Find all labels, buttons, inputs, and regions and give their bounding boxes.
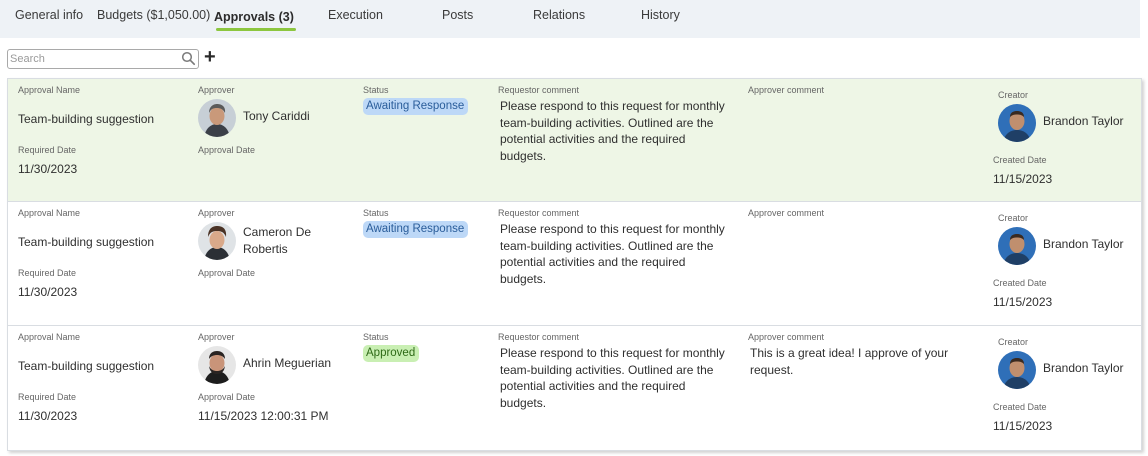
approval-date-label: Approval Date <box>198 392 256 402</box>
approver-avatar <box>198 99 236 137</box>
tab-history[interactable]: History <box>641 8 680 22</box>
creator-name: Brandon Taylor <box>1043 114 1124 128</box>
approver-comment: This is a great idea! I approve of your … <box>750 346 949 377</box>
requestor-comment-label: Requestor comment <box>498 85 580 95</box>
tab-budgets[interactable]: Budgets ($1,050.00) <box>97 8 210 22</box>
tab-posts[interactable]: Posts <box>442 8 473 22</box>
status-badge: Awaiting Response <box>363 221 469 238</box>
requestor-comment-label: Requestor comment <box>498 208 580 218</box>
status-label: Status <box>363 208 389 218</box>
tab-general-info[interactable]: General info <box>15 8 83 22</box>
approver-name: Tony Cariddi <box>243 109 310 123</box>
approver-comment-label: Approver comment <box>748 85 825 95</box>
approval-name: Team-building suggestion <box>18 235 155 249</box>
approval-row[interactable]: Approval Name Team-building suggestion R… <box>8 78 1141 202</box>
approver-avatar <box>198 346 236 384</box>
required-date: 11/30/2023 <box>18 162 78 176</box>
tab-bar: General info Budgets ($1,050.00) Approva… <box>0 0 1140 38</box>
approval-date: 11/15/2023 12:00:31 PM <box>198 409 329 423</box>
search-input[interactable] <box>10 50 180 68</box>
status-badge: Approved <box>363 345 420 362</box>
requestor-comment-label: Requestor comment <box>498 332 580 342</box>
requestor-comment: Please respond to this request for month… <box>500 346 725 410</box>
approval-row[interactable]: Approval Name Team-building suggestion R… <box>8 201 1141 325</box>
add-approval-button[interactable]: + <box>204 47 220 67</box>
tab-approvals[interactable]: Approvals (3) <box>214 10 294 24</box>
search-icon[interactable] <box>181 51 196 66</box>
approval-name: Team-building suggestion <box>18 359 155 373</box>
requestor-comment: Please respond to this request for month… <box>500 222 725 286</box>
approval-row[interactable]: Approval Name Team-building suggestion R… <box>8 325 1141 449</box>
created-date: 11/15/2023 <box>993 295 1053 309</box>
required-date-label: Required Date <box>18 268 77 278</box>
approval-name: Team-building suggestion <box>18 112 155 126</box>
search-box <box>7 49 199 69</box>
requestor-comment: Please respond to this request for month… <box>500 99 725 163</box>
approval-name-label: Approval Name <box>18 85 81 95</box>
required-date: 11/30/2023 <box>18 409 78 423</box>
created-date: 11/15/2023 <box>993 172 1053 186</box>
creator-label: Creator <box>998 90 1029 100</box>
created-date-label: Created Date <box>993 155 1047 165</box>
approvals-list: Approval Name Team-building suggestion R… <box>7 78 1142 451</box>
status-label: Status <box>363 85 389 95</box>
approver-label: Approver <box>198 85 235 95</box>
created-date-label: Created Date <box>993 402 1047 412</box>
status-badge: Awaiting Response <box>363 98 469 115</box>
creator-avatar <box>998 351 1036 389</box>
creator-name: Brandon Taylor <box>1043 361 1124 375</box>
created-date-label: Created Date <box>993 278 1047 288</box>
creator-name: Brandon Taylor <box>1043 237 1124 251</box>
creator-avatar <box>998 227 1036 265</box>
tab-execution[interactable]: Execution <box>328 8 383 22</box>
tab-relations[interactable]: Relations <box>533 8 585 22</box>
approver-comment-label: Approver comment <box>748 332 825 342</box>
approver-label: Approver <box>198 332 235 342</box>
approval-date-label: Approval Date <box>198 268 256 278</box>
approver-avatar <box>198 222 236 260</box>
approver-name: Ahrin Meguerian <box>243 356 332 370</box>
created-date: 11/15/2023 <box>993 419 1053 433</box>
approval-date-label: Approval Date <box>198 145 256 155</box>
approver-comment-label: Approver comment <box>748 208 825 218</box>
approval-name-label: Approval Name <box>18 332 81 342</box>
creator-label: Creator <box>998 213 1029 223</box>
status-label: Status <box>363 332 389 342</box>
approver-label: Approver <box>198 208 235 218</box>
approver-name: Cameron De Robertis <box>243 225 312 256</box>
required-date-label: Required Date <box>18 145 77 155</box>
approval-name-label: Approval Name <box>18 208 81 218</box>
required-date-label: Required Date <box>18 392 77 402</box>
creator-label: Creator <box>998 337 1029 347</box>
required-date: 11/30/2023 <box>18 285 78 299</box>
creator-avatar <box>998 104 1036 142</box>
active-tab-indicator <box>216 28 296 31</box>
